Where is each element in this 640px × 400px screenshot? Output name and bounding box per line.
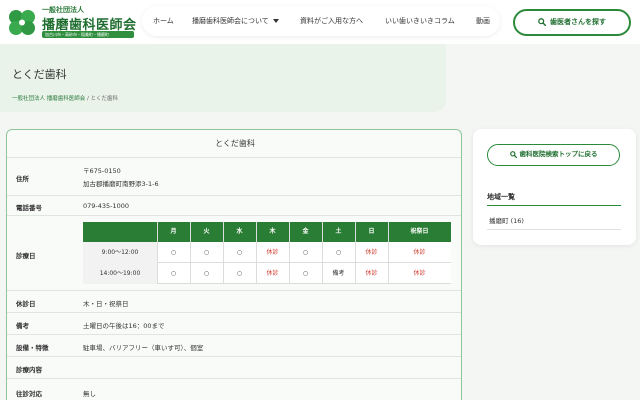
notes-value: 土曜日の午後は16：00まで bbox=[83, 322, 165, 330]
region-title-underline bbox=[487, 205, 621, 206]
schedule-cell-closed: 休診 bbox=[266, 270, 279, 277]
sidebar: 歯科医院検索トップに戻る 地域一覧 播磨町 (16) bbox=[473, 129, 636, 245]
schedule-cell: ○ bbox=[302, 270, 309, 277]
treatment-row: 診療内容 bbox=[7, 357, 461, 379]
table-divider bbox=[355, 222, 356, 284]
page-title: とくだ歯科 bbox=[12, 68, 67, 81]
nav-item-column[interactable]: いい歯いきいきコラム bbox=[385, 6, 455, 36]
breadcrumb-current: とくだ歯科 bbox=[90, 96, 118, 102]
day-tue: 火 bbox=[203, 228, 210, 235]
site-logo[interactable]: 一般社団法人 播磨歯科医師会 加古川市・高砂市・稲美町・播磨町 bbox=[6, 5, 136, 39]
schedule-cell: ○ bbox=[203, 249, 210, 256]
table-divider bbox=[223, 222, 224, 284]
facilities-value: 駐車場、バリアフリー（車いす可）、個室 bbox=[83, 344, 204, 352]
address-value: 加古郡播磨町南野添3-1-6 bbox=[83, 180, 159, 188]
schedule-cell-closed: 休診 bbox=[413, 270, 426, 277]
closed-days-row: 休診日 木・日・祝祭日 bbox=[7, 291, 461, 313]
day-sat: 土 bbox=[335, 228, 342, 235]
postal-code: 〒675-0150 bbox=[83, 167, 121, 175]
search-icon bbox=[538, 18, 547, 27]
site-header: 一般社団法人 播磨歯科医師会 加古川市・高砂市・稲美町・播磨町 ホーム 播磨歯科… bbox=[0, 0, 640, 44]
schedule-header: 月 火 水 木 金 土 日 祝祭日 bbox=[83, 222, 451, 242]
table-divider bbox=[190, 222, 191, 284]
clinic-detail-card: とくだ歯科 住所 〒675-0150 加古郡播磨町南野添3-1-6 電話番号 0… bbox=[6, 129, 462, 400]
facilities-row: 設備・特徴 駐車場、バリアフリー（車いす可）、個室 bbox=[7, 335, 461, 357]
notes-row: 備考 土曜日の午後は16：00まで bbox=[7, 313, 461, 335]
table-divider bbox=[157, 222, 158, 284]
region-list-title: 地域一覧 bbox=[487, 193, 515, 201]
day-wed: 水 bbox=[236, 228, 243, 235]
closed-days-value: 木・日・祝祭日 bbox=[83, 300, 129, 308]
table-divider bbox=[388, 222, 389, 284]
breadcrumb-separator: / bbox=[87, 96, 89, 102]
schedule-cell-closed: 休診 bbox=[365, 270, 378, 277]
schedule-row-afternoon: 14:00～19:00 ○ ○ ○ 休診 ○ 備考 休診 休診 bbox=[83, 263, 451, 284]
phone-value[interactable]: 079-435-1000 bbox=[83, 202, 129, 210]
chevron-down-icon bbox=[272, 19, 279, 23]
back-to-search-button[interactable]: 歯科医院検索トップに戻る bbox=[487, 144, 620, 166]
facilities-label: 設備・特徴 bbox=[16, 344, 49, 352]
address-row: 住所 〒675-0150 加古郡播磨町南野添3-1-6 bbox=[7, 158, 461, 196]
phone-label: 電話番号 bbox=[16, 204, 42, 212]
nav-item-documents[interactable]: 資料がご入用な方へ bbox=[300, 6, 363, 36]
day-fri: 金 bbox=[302, 228, 309, 235]
schedule-cell: ○ bbox=[236, 270, 243, 277]
home-visit-value: 無し bbox=[83, 390, 96, 398]
table-divider bbox=[289, 222, 290, 284]
find-dentist-button[interactable]: 歯医者さんを探す bbox=[513, 9, 631, 36]
phone-row: 電話番号 079-435-1000 bbox=[7, 196, 461, 216]
region-divider bbox=[487, 229, 621, 230]
day-mon: 月 bbox=[170, 228, 177, 235]
clinic-name-heading: とくだ歯科 bbox=[7, 130, 461, 158]
schedule-cell: ○ bbox=[302, 249, 309, 256]
day-thu: 木 bbox=[269, 228, 276, 235]
breadcrumb: 一般社団法人 播磨歯科医師会 / とくだ歯科 bbox=[12, 94, 118, 102]
schedule-cell-closed: 休診 bbox=[365, 249, 378, 256]
search-icon bbox=[509, 150, 517, 158]
nav-item-video[interactable]: 動画 bbox=[476, 6, 490, 36]
hours-label: 診療日 bbox=[16, 252, 36, 260]
day-sun: 日 bbox=[368, 228, 375, 235]
region-item-harima[interactable]: 播磨町 (16) bbox=[489, 215, 524, 225]
nav-item-about[interactable]: 播磨歯科医師会について bbox=[192, 6, 279, 36]
schedule-cell: ○ bbox=[170, 270, 177, 277]
table-divider bbox=[256, 222, 257, 284]
schedule-cell: ○ bbox=[170, 249, 177, 256]
schedule-cell: ○ bbox=[236, 249, 243, 256]
logo-sub-text: 加古川市・高砂市・稲美町・播磨町 bbox=[42, 31, 134, 38]
nav-item-home[interactable]: ホーム bbox=[153, 6, 174, 36]
schedule-cell-closed: 休診 bbox=[413, 249, 426, 256]
clover-logo-icon bbox=[9, 10, 35, 35]
schedule-cell: ○ bbox=[335, 249, 342, 256]
table-divider bbox=[322, 222, 323, 284]
address-label: 住所 bbox=[16, 175, 29, 183]
breadcrumb-link-home[interactable]: 一般社団法人 播磨歯科医師会 bbox=[12, 96, 85, 102]
main-nav: ホーム 播磨歯科医師会について 資料がご入用な方へ いい歯いきいきコラム 動画 bbox=[142, 6, 500, 36]
time-slot: 9:00～12:00 bbox=[83, 242, 157, 263]
home-visit-row: 往診対応 無し bbox=[7, 379, 461, 400]
home-visit-label: 往診対応 bbox=[16, 390, 42, 398]
notes-label: 備考 bbox=[16, 322, 29, 330]
day-holiday: 祝祭日 bbox=[410, 228, 429, 235]
schedule-cell: ○ bbox=[203, 270, 210, 277]
treatment-label: 診療内容 bbox=[16, 366, 42, 374]
schedule-cell-note: 備考 bbox=[332, 270, 345, 277]
schedule-row-morning: 9:00～12:00 ○ ○ ○ 休診 ○ ○ 休診 休診 bbox=[83, 242, 451, 263]
time-slot: 14:00～19:00 bbox=[83, 263, 157, 284]
schedule-cell-closed: 休診 bbox=[266, 249, 279, 256]
closed-days-label: 休診日 bbox=[16, 300, 36, 308]
